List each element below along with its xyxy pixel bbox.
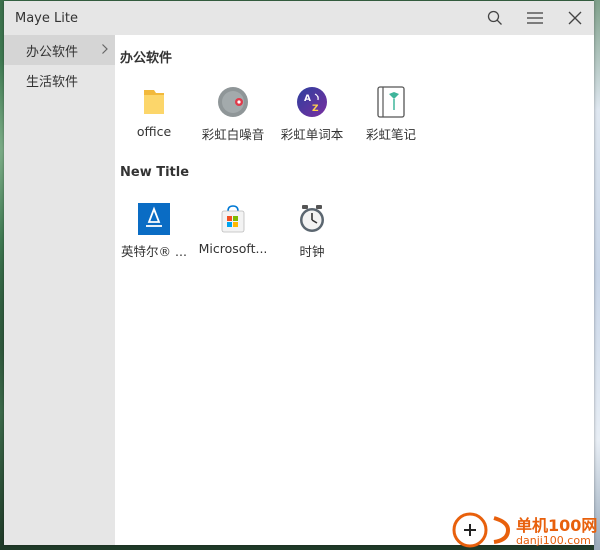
- close-button[interactable]: [560, 6, 590, 30]
- app-item-intel[interactable]: 英特尔® ...: [114, 202, 194, 266]
- app-item-rainbow-notebook[interactable]: 彩虹笔记: [351, 85, 431, 149]
- app-item-rainbow-white-noise[interactable]: 彩虹白噪音: [193, 85, 273, 149]
- background-window-edge: [594, 0, 600, 550]
- watermark-brand: 单机100网: [516, 516, 598, 535]
- clock-icon: [295, 202, 329, 236]
- search-icon: [487, 10, 502, 25]
- app-label: 英特尔® ...: [121, 244, 187, 259]
- app-item-microsoft-store[interactable]: Microsoft...: [193, 202, 273, 266]
- chevron-right-icon: [102, 44, 108, 54]
- category-sidebar: 办公软件 生活软件: [4, 35, 115, 545]
- danji-logo-icon: [452, 512, 488, 548]
- maye-lite-window: Maye Lite 办公软件 生活软件 办公软件 office 彩虹白噪音 A …: [4, 1, 594, 545]
- app-item-office[interactable]: office: [114, 85, 194, 149]
- close-icon: [568, 11, 582, 25]
- app-launcher-content: 办公软件 office 彩虹白噪音 A Z 彩虹单词本 彩虹笔记 New Tit…: [115, 35, 594, 545]
- notebook-icon: [374, 85, 408, 119]
- app-item-rainbow-wordbook[interactable]: A Z 彩虹单词本: [272, 85, 352, 149]
- app-label: Microsoft...: [198, 241, 268, 256]
- app-label: office: [136, 124, 172, 139]
- white-noise-icon: [216, 85, 250, 119]
- group-title-office: 办公软件: [120, 51, 173, 66]
- sidebar-item-life-software[interactable]: 生活软件: [4, 65, 115, 95]
- search-button[interactable]: [480, 6, 510, 30]
- watermark-url: danji100.com: [516, 534, 591, 547]
- app-item-clock[interactable]: 时钟: [272, 202, 352, 266]
- folder-icon: [137, 85, 171, 119]
- app-label: 时钟: [299, 244, 325, 259]
- app-label: 彩虹白噪音: [201, 127, 265, 142]
- sidebar-item-office-software[interactable]: 办公软件: [4, 35, 115, 65]
- title-bar[interactable]: Maye Lite: [4, 1, 594, 35]
- sidebar-item-label: 生活软件: [26, 74, 79, 90]
- group-title-new: New Title: [120, 165, 190, 180]
- app-label: 彩虹笔记: [365, 127, 416, 142]
- wordbook-icon: A Z: [295, 85, 329, 119]
- microsoft-store-icon: [216, 202, 250, 236]
- danji-logo-mark-icon: [493, 516, 511, 544]
- watermark: 单机100网 danji100.com: [450, 510, 600, 550]
- intel-icon: [137, 202, 171, 236]
- window-title: Maye Lite: [15, 11, 78, 26]
- sidebar-item-label: 办公软件: [26, 44, 79, 60]
- svg-text:Z: Z: [312, 104, 319, 114]
- menu-button[interactable]: [520, 6, 550, 30]
- svg-text:A: A: [304, 94, 311, 104]
- app-label: 彩虹单词本: [280, 127, 344, 142]
- menu-icon: [527, 12, 543, 24]
